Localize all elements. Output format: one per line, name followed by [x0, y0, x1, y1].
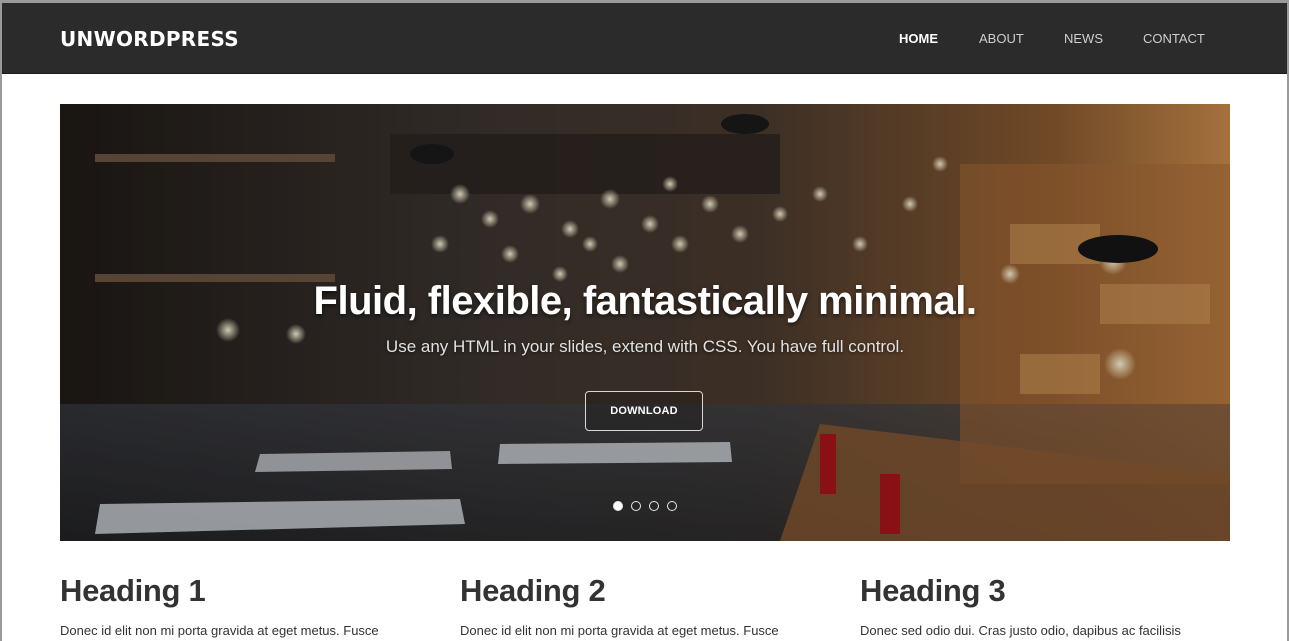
- column-heading: Heading 3: [860, 573, 1006, 608]
- column-heading: Heading 1: [60, 573, 206, 608]
- nav-home[interactable]: HOME: [899, 31, 938, 46]
- nav-about[interactable]: ABOUT: [979, 31, 1024, 46]
- navbar: UNWORDPRESS HOME ABOUT NEWS CONTACT: [2, 3, 1287, 74]
- feature-column-2: Heading 2 Donec id elit non mi porta gra…: [460, 573, 840, 638]
- nav-news[interactable]: NEWS: [1064, 31, 1103, 46]
- browser-viewport: UNWORDPRESS HOME ABOUT NEWS CONTACT Flui…: [2, 3, 1287, 641]
- hero-subtitle: Use any HTML in your slides, extend with…: [385, 337, 905, 356]
- nav-contact[interactable]: CONTACT: [1143, 31, 1205, 46]
- carousel-dot-3[interactable]: [649, 501, 659, 511]
- carousel-dot-4[interactable]: [667, 501, 677, 511]
- feature-column-3: Heading 3 Donec sed odio dui. Cras justo…: [860, 573, 1240, 638]
- hero-carousel[interactable]: Fluid, flexible, fantastically minimal. …: [60, 104, 1230, 541]
- column-text: Donec id elit non mi porta gravida at eg…: [460, 623, 779, 638]
- hero-title: Fluid, flexible, fantastically minimal.: [313, 279, 977, 323]
- carousel-dot-1[interactable]: [613, 501, 623, 511]
- carousel-indicators: [613, 501, 683, 513]
- download-button[interactable]: DOWNLOAD: [585, 391, 703, 431]
- main-nav: HOME ABOUT NEWS CONTACT: [2, 31, 1287, 51]
- feature-column-1: Heading 1 Donec id elit non mi porta gra…: [60, 573, 440, 638]
- column-text: Donec sed odio dui. Cras justo odio, dap…: [860, 623, 1181, 638]
- column-text: Donec id elit non mi porta gravida at eg…: [60, 623, 379, 638]
- carousel-dot-2[interactable]: [631, 501, 641, 511]
- column-heading: Heading 2: [460, 573, 606, 608]
